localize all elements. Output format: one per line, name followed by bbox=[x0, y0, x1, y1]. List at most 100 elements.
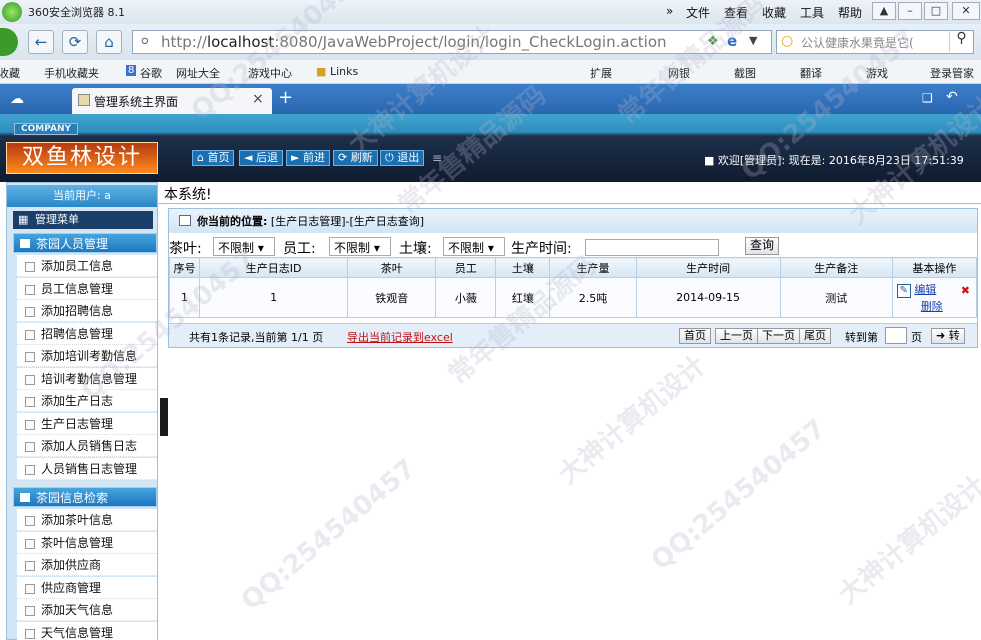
filter-soil-label: 土壤: bbox=[399, 241, 432, 257]
goto-button[interactable]: ➜ 转 bbox=[931, 328, 965, 344]
sidebar-item[interactable]: 添加供应商 bbox=[17, 554, 157, 576]
sidebar-item[interactable]: 添加人员销售日志 bbox=[17, 435, 157, 457]
sidebar-item[interactable]: 天气信息管理 bbox=[17, 621, 157, 640]
next-page-button[interactable]: 下一页 bbox=[757, 328, 800, 344]
logout-button[interactable]: ⏻ 退出 bbox=[380, 150, 425, 166]
last-page-button[interactable]: 尾页 bbox=[799, 328, 831, 344]
back-button[interactable]: ◄ 后退 bbox=[239, 150, 283, 166]
toolbar-screenshot[interactable]: 截图 bbox=[734, 65, 756, 81]
home-icon[interactable]: ⌂ bbox=[96, 30, 122, 54]
cell-no: 1 bbox=[168, 277, 201, 318]
ie-mode-icon[interactable]: e bbox=[727, 32, 737, 50]
cell-time: 2014-09-15 bbox=[635, 277, 781, 318]
sidebar-item[interactable]: 添加员工信息 bbox=[17, 255, 157, 277]
tab-close-icon[interactable]: × bbox=[252, 91, 264, 107]
bookmark-mobile[interactable]: 手机收藏夹 bbox=[44, 65, 99, 81]
tea-select[interactable]: 不限制 ▾ bbox=[213, 237, 275, 256]
sidebar-item[interactable]: 添加生产日志 bbox=[17, 390, 157, 412]
window-restore-icon[interactable]: ❏ bbox=[922, 91, 933, 105]
toolbar-games[interactable]: 游戏 bbox=[866, 65, 888, 81]
back-arrow-icon[interactable]: ← bbox=[28, 30, 54, 54]
maximize-button[interactable]: □ bbox=[924, 2, 948, 20]
refresh-button-label: 刷新 bbox=[350, 151, 373, 164]
cell-staff: 小薇 bbox=[435, 277, 497, 318]
url-input[interactable]: ⚪ http://localhost:8080/JavaWebProject/l… bbox=[132, 30, 772, 54]
section-staff-label: 茶园人员管理 bbox=[36, 237, 109, 251]
minimize-button[interactable]: – bbox=[898, 2, 922, 20]
sidebar-item[interactable]: 培训考勤信息管理 bbox=[17, 367, 157, 390]
compat-mode-icon[interactable]: ❖ bbox=[707, 34, 719, 49]
refresh-icon[interactable]: ⟳ bbox=[62, 30, 88, 54]
sidebar-item[interactable]: 茶叶信息管理 bbox=[17, 531, 157, 554]
shirt-icon[interactable]: ▲ bbox=[872, 2, 896, 20]
table-row: 1 1 铁观音 小薇 红壤 2.5吨 2014-09-15 测试 ✎ 编辑 ✖ … bbox=[168, 277, 978, 318]
back-button-label: 后退 bbox=[255, 151, 278, 164]
url-dropdown-icon[interactable]: ▼ bbox=[749, 34, 757, 47]
toolbar-extensions[interactable]: 扩展 bbox=[590, 65, 612, 81]
close-window-button[interactable]: ✕ bbox=[952, 2, 980, 20]
time-input[interactable] bbox=[585, 239, 719, 256]
bookmark-game-center[interactable]: 游戏中心 bbox=[248, 65, 292, 81]
section-staff-management[interactable]: 茶园人员管理 bbox=[13, 233, 157, 253]
prev-page-button[interactable]: 上一页 bbox=[715, 328, 758, 344]
sidebar-item[interactable]: 员工信息管理 bbox=[17, 277, 157, 300]
sidebar-item[interactable]: 添加茶叶信息 bbox=[17, 509, 157, 531]
forward-button-label: 前进 bbox=[302, 151, 325, 164]
section-icon bbox=[20, 239, 30, 248]
cell-log-id: 1 bbox=[199, 277, 349, 318]
sidebar-item[interactable]: 添加培训考勤信息 bbox=[17, 345, 157, 367]
bookmark-links[interactable]: Links bbox=[330, 65, 358, 78]
bookmark-favorites[interactable]: 收藏 bbox=[0, 65, 20, 81]
sidebar-item[interactable]: 人员销售日志管理 bbox=[17, 457, 157, 480]
menu-view[interactable]: 查看 bbox=[724, 4, 748, 21]
sidebar-item[interactable]: 添加招聘信息 bbox=[17, 300, 157, 322]
page-icon bbox=[78, 94, 90, 106]
sidebar-item[interactable]: 生产日志管理 bbox=[17, 412, 157, 435]
marquee-strip: 本系统! bbox=[158, 182, 981, 204]
export-excel-link[interactable]: 导出当前记录到excel bbox=[347, 329, 453, 345]
sidebar-item[interactable]: 招聘信息管理 bbox=[17, 322, 157, 345]
toolbar-netbank[interactable]: 网银 bbox=[668, 65, 690, 81]
app-header: COMPANY 双鱼林设计 ⌂ 首页 ◄ 后退 ► 前进 ⟳ 刷新 ⏻ 退出 ≡… bbox=[0, 114, 981, 182]
sidebar-item[interactable]: 添加天气信息 bbox=[17, 599, 157, 621]
delete-link[interactable]: 删除 bbox=[921, 300, 943, 313]
first-page-button[interactable]: 首页 bbox=[679, 328, 711, 344]
goto-page-input[interactable] bbox=[885, 327, 907, 344]
refresh-button[interactable]: ⟳ 刷新 bbox=[333, 150, 378, 166]
section-tea-search[interactable]: 茶园信息检索 bbox=[13, 487, 157, 507]
toolbar-login-manager[interactable]: 登录管家 bbox=[930, 65, 974, 81]
tab-main[interactable]: 管理系统主界面 × bbox=[72, 88, 272, 114]
menu-tools[interactable]: 工具 bbox=[800, 4, 824, 21]
cell-actions: ✎ 编辑 ✖ 删除 bbox=[891, 277, 978, 318]
undo-icon[interactable]: ↶ bbox=[946, 89, 958, 105]
menu-favorites[interactable]: 收藏 bbox=[762, 4, 786, 21]
sidebar-item[interactable]: 供应商管理 bbox=[17, 576, 157, 599]
menu-help[interactable]: 帮助 bbox=[838, 4, 862, 21]
col-amount: 生产量 bbox=[549, 257, 637, 278]
search-engine-icon[interactable]: ○ bbox=[781, 33, 793, 49]
marquee-text: 本系统! bbox=[164, 187, 212, 203]
bookmark-google[interactable]: 谷歌 bbox=[140, 65, 162, 81]
soil-select[interactable]: 不限制 ▾ bbox=[443, 237, 505, 256]
staff-select[interactable]: 不限制 ▾ bbox=[329, 237, 391, 256]
new-tab-button[interactable]: + bbox=[278, 87, 293, 108]
search-input[interactable]: ○ 公认健康水果竟是它( ⚲ bbox=[776, 30, 974, 54]
sidebar-toggle[interactable] bbox=[160, 398, 168, 436]
filter-bar: 茶叶: 不限制 ▾ 员工: 不限制 ▾ 土壤: 不限制 ▾ 生产时间: 查询 bbox=[169, 235, 977, 257]
cloud-icon[interactable]: ☁ bbox=[10, 91, 24, 107]
menu-lines-icon: ≡ bbox=[432, 151, 443, 165]
menu-file[interactable]: 文件 bbox=[686, 4, 710, 21]
menu-more[interactable]: » bbox=[666, 4, 673, 18]
home-button[interactable]: ⌂ 首页 bbox=[192, 150, 235, 166]
staff-select-value: 不限制 bbox=[334, 241, 371, 255]
forward-button[interactable]: ► 前进 bbox=[286, 150, 330, 166]
breadcrumb-label: 你当前的位置: bbox=[197, 215, 268, 228]
search-icon[interactable]: ⚲ bbox=[949, 30, 973, 52]
toolbar-translate[interactable]: 翻译 bbox=[800, 65, 822, 81]
delete-x-icon[interactable]: ✖ bbox=[961, 284, 970, 297]
bookmark-site-nav[interactable]: 网址大全 bbox=[176, 65, 220, 81]
pencil-icon[interactable]: ✎ bbox=[896, 284, 911, 298]
security-shield-icon: ⚪ bbox=[139, 34, 151, 50]
edit-link[interactable]: 编辑 bbox=[914, 283, 936, 296]
query-button[interactable]: 查询 bbox=[745, 237, 780, 255]
